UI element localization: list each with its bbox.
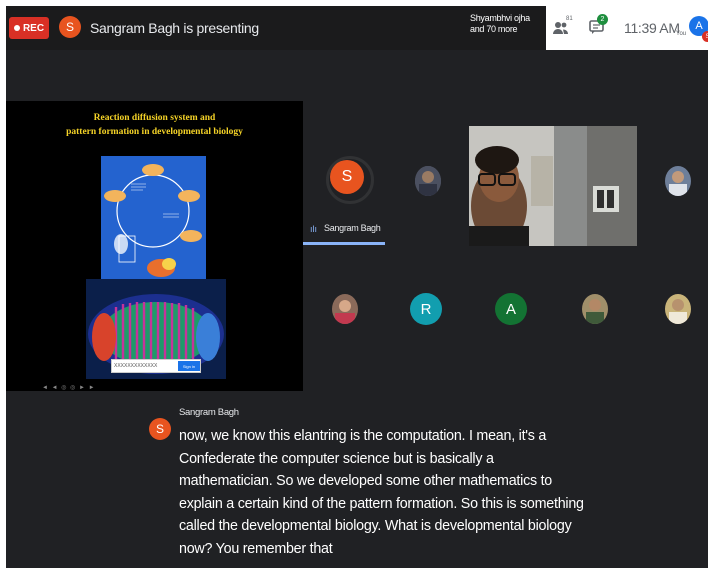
self-avatar-badge: S — [702, 31, 708, 42]
participant-photo-1[interactable] — [415, 166, 441, 196]
person-photo-icon — [665, 166, 691, 196]
participant-name-sangram: Sangram Bagh — [324, 223, 381, 233]
person-photo-icon — [582, 294, 608, 324]
top-bar: REC S Sangram Bagh is presenting Shyambh… — [6, 6, 708, 50]
person-photo-icon — [332, 294, 358, 324]
slide-title: Reaction diffusion system and pattern fo… — [6, 111, 303, 139]
recording-badge: REC — [9, 17, 49, 39]
presenter-avatar: S — [59, 16, 81, 38]
slide-title-line-1: Reaction diffusion system and — [93, 113, 216, 123]
participant-photo-4[interactable] — [582, 294, 608, 324]
person-photo-icon — [665, 294, 691, 324]
clock: 11:39 AM — [624, 20, 680, 36]
slide-sign-in-box: XXXXXXXXXXXXX Sign in — [111, 359, 201, 373]
participant-photo-5[interactable] — [665, 294, 691, 324]
participant-photo-2[interactable] — [665, 166, 691, 196]
slide-navigation: ◄ ◄ ◎ ◎ ► ► — [42, 385, 96, 391]
participant-avatar-a[interactable]: A — [495, 293, 527, 325]
participant-video-tile[interactable] — [469, 126, 637, 246]
person-photo-icon — [415, 166, 441, 196]
recording-label: REC — [22, 22, 45, 34]
viewers-info[interactable]: Shyambhvi ojha and 70 more — [448, 6, 546, 50]
presentation-slide: Reaction diffusion system and pattern fo… — [6, 101, 303, 391]
participant-avatar-r[interactable]: R — [410, 293, 442, 325]
participant-photo-3[interactable] — [332, 294, 358, 324]
people-count: 81 — [566, 16, 573, 22]
webcam-person-icon — [469, 126, 637, 246]
chat-badge: 2 — [597, 14, 608, 25]
participant-avatar-sangram[interactable]: S — [330, 160, 364, 194]
caption-speaker-name: Sangram Bagh — [179, 407, 239, 418]
speaking-indicator-icon: ılı — [310, 224, 318, 234]
caption-speaker-avatar: S — [149, 418, 171, 440]
slide-caption-field: XXXXXXXXXXXXX — [114, 363, 158, 369]
active-speaker-underline — [303, 242, 385, 245]
record-dot-icon — [13, 25, 20, 31]
viewers-line-1: Shyambhvi ojha — [470, 13, 530, 23]
slide-sign-in-button: Sign in — [178, 361, 200, 371]
slide-cycle-diagram — [101, 156, 206, 286]
viewers-line-2: and 70 more — [470, 24, 518, 34]
top-right-controls: Shyambhvi ojha and 70 more 81 2 11:39 AM… — [448, 6, 708, 50]
slide-title-line-2: pattern formation in developmental biolo… — [66, 127, 243, 137]
caption-text: now, we know this elantring is the compu… — [179, 428, 584, 557]
you-label: You — [676, 31, 687, 37]
meet-window: REC S Sangram Bagh is presenting Shyambh… — [6, 6, 708, 568]
presenting-status: Sangram Bagh is presenting — [90, 20, 259, 36]
